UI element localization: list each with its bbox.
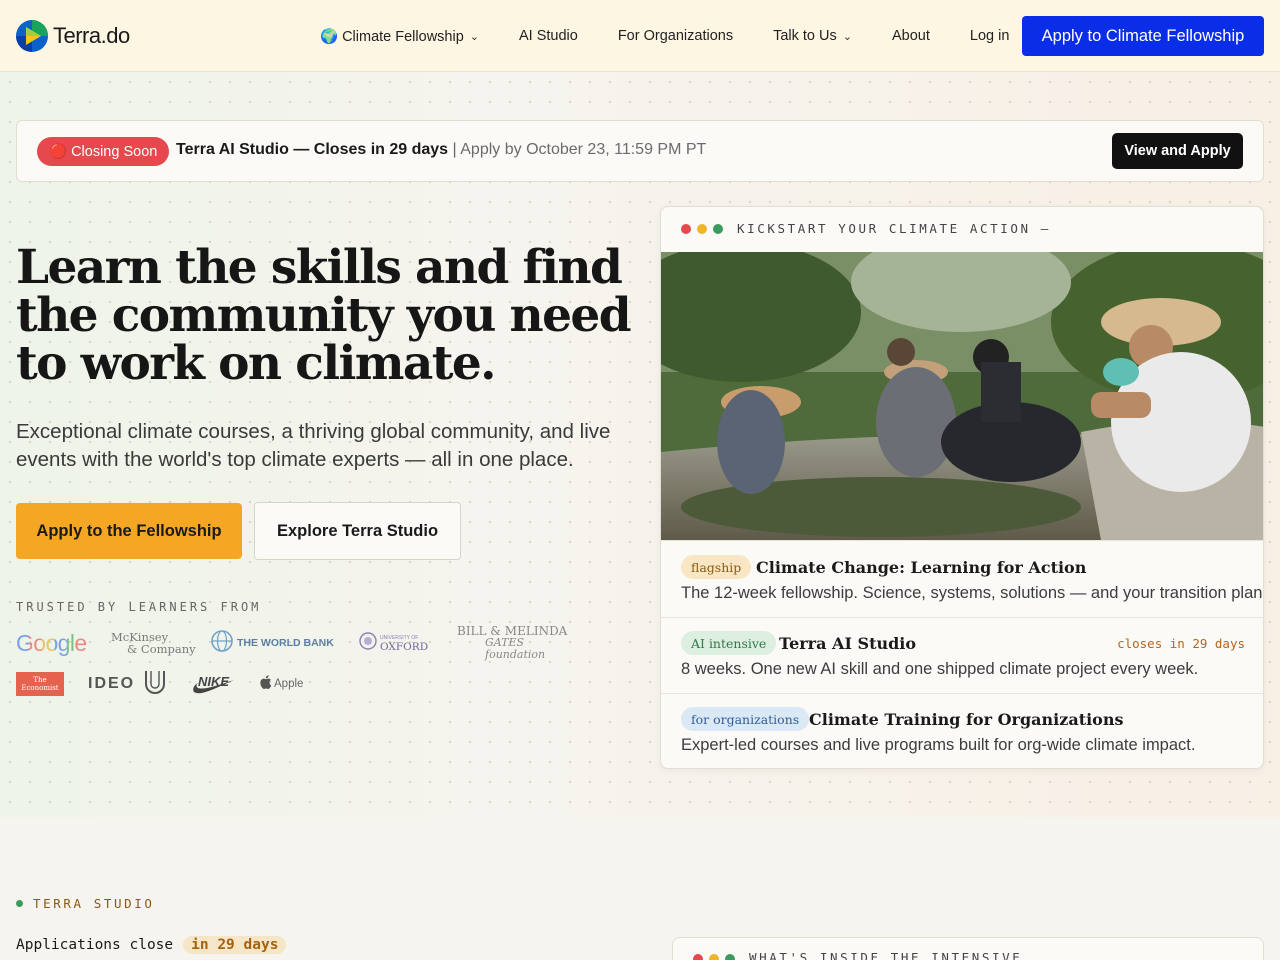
nav-climate-fellowship-label: 🌍 Climate Fellowship [320, 28, 464, 45]
course-title: Terra AI Studio [779, 634, 917, 653]
hero-subtitle: Exceptional climate courses, a thriving … [16, 420, 611, 471]
google-logo: Google [16, 630, 111, 657]
u-logo-icon [144, 670, 166, 698]
explore-studio-button[interactable]: Explore Terra Studio [254, 502, 461, 560]
nav-talk-to-us[interactable]: Talk to Us ⌄ [753, 28, 872, 44]
hero-title: Learn the skills and find the community … [16, 240, 632, 391]
closes-countdown: closes in 29 days [1117, 636, 1245, 651]
top-nav: Terra.do 🌍 Climate Fellowship ⌄ AI Studi… [0, 0, 1280, 72]
card-label: KICKSTART YOUR CLIMATE ACTION — [737, 221, 1051, 236]
intensive-contents-card: WHAT'S INSIDE THE INTENSIVE [672, 937, 1264, 960]
nav-links: 🌍 Climate Fellowship ⌄ AI Studio For Org… [300, 0, 1029, 72]
red-dot-icon [681, 224, 691, 234]
gates-foundation-logo: BILL & MELINDA GATES foundation [457, 625, 587, 661]
nav-log-in[interactable]: Log in [950, 28, 1030, 44]
closing-soon-badge: 🔴 Closing Soon [37, 137, 170, 166]
economist-line-1: The [33, 676, 47, 684]
chevron-down-icon: ⌄ [842, 30, 852, 43]
logos-row-2: The Economist IDEO NIKE Apple [16, 670, 304, 699]
world-bank-text: THE WORLD BANK [237, 637, 334, 649]
apply-climate-fellowship-button[interactable]: Apply to Climate Fellowship [1022, 16, 1264, 56]
studio-eyebrow-text: TERRA STUDIO [33, 896, 155, 911]
oxford-logo: UNIVERSITY OF OXFORD [359, 631, 457, 656]
gates-line-2: GATES foundation [485, 636, 546, 661]
red-dot-icon [693, 954, 703, 960]
logo-text: Terra.do [53, 23, 130, 48]
card-header: KICKSTART YOUR CLIMATE ACTION — [661, 207, 1263, 252]
nav-talk-to-us-label: Talk to Us [773, 28, 837, 44]
nav-about-label: About [891, 28, 930, 44]
course-title: Climate Training for Organizations [809, 710, 1124, 729]
green-dot-icon [16, 900, 23, 907]
courses-card: KICKSTART YOUR CLIMATE ACTION — flagship… [660, 206, 1264, 769]
course-description: The 12-week fellowship. Science, systems… [681, 584, 1264, 602]
oxford-crest-icon [359, 631, 377, 656]
globe-icon [211, 629, 233, 657]
green-dot-icon [725, 954, 735, 960]
ideo-text: IDEO [88, 675, 136, 692]
nike-swoosh-icon [192, 676, 236, 701]
nav-about[interactable]: About [872, 28, 950, 44]
oxford-text-block: UNIVERSITY OF OXFORD [380, 634, 428, 652]
course-item-flagship[interactable]: flagship Climate Change: Learning for Ac… [661, 540, 1264, 617]
yellow-dot-icon [697, 224, 707, 234]
course-title: Climate Change: Learning for Action [756, 558, 1087, 577]
nav-climate-fellowship[interactable]: 🌍 Climate Fellowship ⌄ [300, 28, 499, 45]
nav-ai-studio[interactable]: AI Studio [499, 28, 598, 44]
green-dot-icon [713, 224, 723, 234]
ideo-logo: IDEO [88, 675, 144, 693]
chevron-down-icon: ⌄ [469, 30, 479, 43]
course-description: Expert-led courses and live programs bui… [681, 736, 1196, 754]
course-description: 8 weeks. One new AI skill and one shippe… [681, 660, 1199, 678]
apple-icon [260, 674, 272, 694]
apple-text: Apple [274, 678, 304, 690]
trusted-label: TRUSTED BY LEARNERS FROM [16, 600, 262, 614]
for-organizations-tag: for organizations [681, 707, 810, 731]
world-bank-logo: THE WORLD BANK [211, 629, 359, 657]
flagship-tag: flagship [681, 555, 752, 579]
logos-row-1: Google McKinsey & Company THE WORLD BANK… [16, 625, 587, 661]
economist-logo: The Economist [16, 672, 64, 696]
u-logo [144, 670, 192, 699]
course-item-organizations[interactable]: for organizations Climate Training for O… [661, 693, 1263, 768]
applications-close-text: Applications close [16, 937, 174, 953]
course-item-ai-studio[interactable]: AI intensive Terra AI Studio closes in 2… [661, 617, 1263, 693]
banner-separator: | [452, 141, 457, 158]
inside-label: WHAT'S INSIDE THE INTENSIVE [749, 950, 1023, 960]
nav-for-organizations-label: For Organizations [617, 28, 734, 44]
studio-eyebrow: TERRA STUDIO [16, 896, 155, 911]
oxford-text: OXFORD [380, 641, 429, 653]
nike-logo: NIKE [192, 672, 260, 696]
logo[interactable]: Terra.do [16, 20, 130, 52]
nav-ai-studio-label: AI Studio [518, 28, 578, 44]
days-remaining-pill: in 29 days [183, 936, 287, 954]
volunteers-planting-image[interactable] [661, 252, 1263, 540]
nav-for-organizations[interactable]: For Organizations [598, 28, 753, 44]
banner-text: Terra AI Studio — Closes in 29 days | Ap… [176, 141, 706, 159]
yellow-dot-icon [709, 954, 719, 960]
banner-deadline: Apply by October 23, 11:59 PM PT [460, 141, 707, 158]
terra-logo-icon [16, 20, 48, 52]
ai-intensive-tag: AI intensive [681, 631, 777, 655]
view-and-apply-button[interactable]: View and Apply [1112, 133, 1243, 169]
economist-line-2: Economist [21, 684, 59, 692]
google-logo-text: Google [16, 629, 87, 656]
applications-close-line: Applications close in 29 days [16, 936, 287, 954]
nav-log-in-label: Log in [969, 28, 1010, 44]
banner-title: Terra AI Studio — Closes in 29 days [176, 141, 449, 158]
apple-logo: Apple [260, 674, 304, 694]
closing-soon-banner: 🔴 Closing Soon Terra AI Studio — Closes … [16, 120, 1264, 182]
mckinsey-line-2: & Company [127, 642, 196, 656]
apply-fellowship-button[interactable]: Apply to the Fellowship [16, 503, 242, 559]
mckinsey-logo: McKinsey & Company [111, 631, 211, 655]
